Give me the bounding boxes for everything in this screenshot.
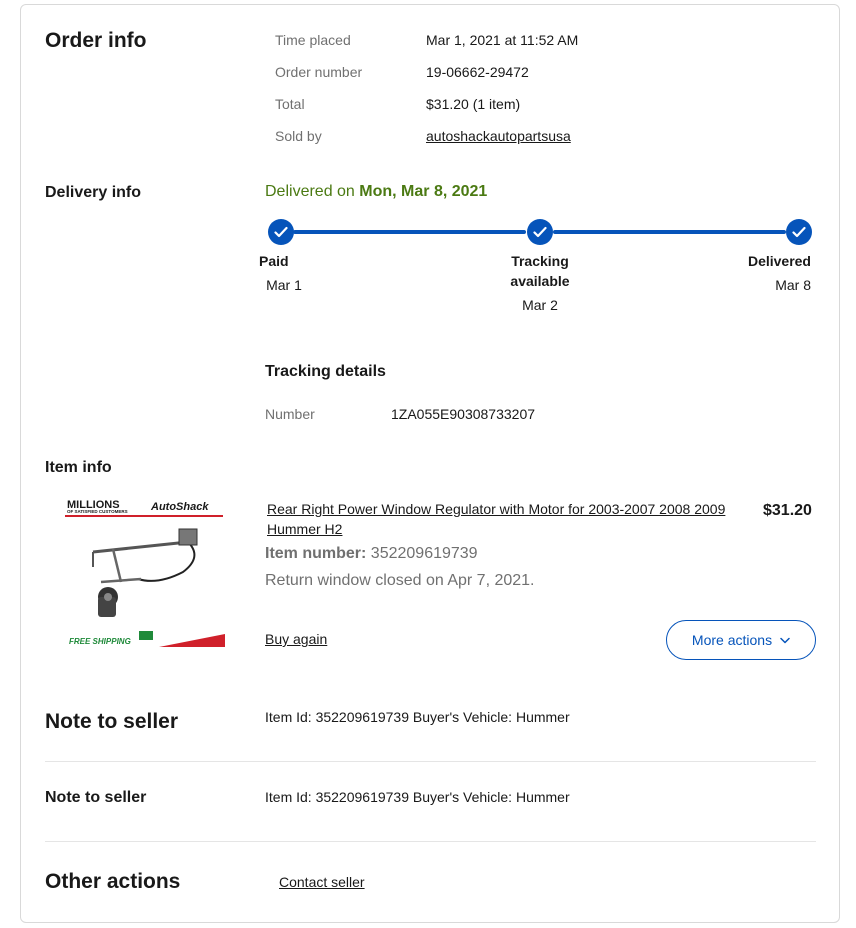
sold-by-label: Sold by [275, 128, 322, 144]
item-number-label: Item number: [265, 545, 367, 562]
banner-free-shipping-text: FREE SHIPPING [69, 637, 131, 646]
tracking-number-label: Number [265, 406, 315, 422]
step-paid-check-icon [268, 219, 294, 245]
window-regulator-image: MILLIONS OF SATISFIED CUSTOMERS AutoShac… [65, 499, 225, 647]
product-image[interactable]: MILLIONS OF SATISFIED CUSTOMERS AutoShac… [63, 497, 225, 647]
step-tracking-title: Tracking available [510, 253, 570, 289]
step-delivered-check-icon [786, 219, 812, 245]
order-info-heading: Order info [45, 29, 147, 52]
chevron-down-icon [780, 637, 790, 643]
buy-again-link[interactable]: Buy again [265, 631, 327, 647]
order-number-label: Order number [275, 64, 363, 80]
item-title-link[interactable]: Rear Right Power Window Regulator with M… [267, 499, 737, 539]
step-paid-title: Paid [259, 253, 289, 269]
item-number-value: 352209619739 [370, 545, 478, 562]
tracking-details-heading: Tracking details [265, 363, 386, 380]
total-label: Total [275, 96, 305, 112]
note-to-seller-heading-1: Note to seller [45, 710, 179, 733]
item-price: $31.20 [763, 502, 812, 519]
note-to-seller-heading-2: Note to seller [45, 789, 147, 806]
more-actions-label: More actions [691, 632, 773, 648]
delivery-status-date: Mon, Mar 8, 2021 [359, 183, 488, 200]
more-actions-button[interactable]: More actions [666, 620, 816, 660]
time-placed-label: Time placed [275, 32, 351, 48]
step-delivered-title: Delivered [747, 253, 811, 269]
step-delivered-date: Mar 8 [775, 277, 811, 293]
divider [45, 761, 816, 762]
divider [45, 841, 816, 842]
step-tracking-date: Mar 2 [522, 297, 558, 313]
order-details-card: Order info Time placed Mar 1, 2021 at 11… [20, 4, 840, 923]
delivery-status-prefix: Delivered on [265, 183, 355, 200]
banner-customers-text: OF SATISFIED CUSTOMERS [67, 509, 128, 514]
order-number-value: 19-06662-29472 [426, 64, 529, 80]
item-info-heading: Item info [45, 459, 112, 476]
seller-link[interactable]: autoshackautopartsusa [426, 128, 571, 144]
note-to-seller-text-2: Item Id: 352209619739 Buyer's Vehicle: H… [265, 789, 570, 805]
item-number: Item number: 352209619739 [265, 545, 478, 563]
total-value: $31.20 (1 item) [426, 96, 521, 112]
delivery-info-heading: Delivery info [45, 184, 142, 201]
note-to-seller-text-1: Item Id: 352209619739 Buyer's Vehicle: H… [265, 709, 570, 725]
banner-autoshack-text: AutoShack [150, 501, 209, 513]
progress-line-1 [293, 230, 526, 234]
step-paid-date: Mar 1 [266, 277, 302, 293]
contact-seller-link[interactable]: Contact seller [279, 874, 365, 890]
step-tracking-check-icon [527, 219, 553, 245]
progress-line-2 [553, 230, 786, 234]
time-placed-value: Mar 1, 2021 at 11:52 AM [426, 32, 579, 48]
delivery-status: Delivered on Mon, Mar 8, 2021 [265, 183, 487, 201]
tracking-number-value: 1ZA055E90308733207 [391, 406, 536, 422]
other-actions-heading: Other actions [45, 870, 181, 893]
return-window-text: Return window closed on Apr 7, 2021. [265, 572, 535, 589]
